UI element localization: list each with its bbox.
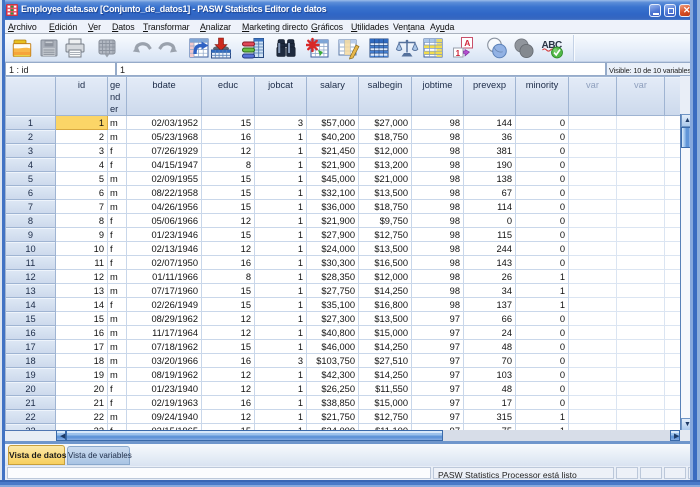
svg-text:1: 1 xyxy=(456,49,461,58)
svg-text:A: A xyxy=(464,38,470,48)
